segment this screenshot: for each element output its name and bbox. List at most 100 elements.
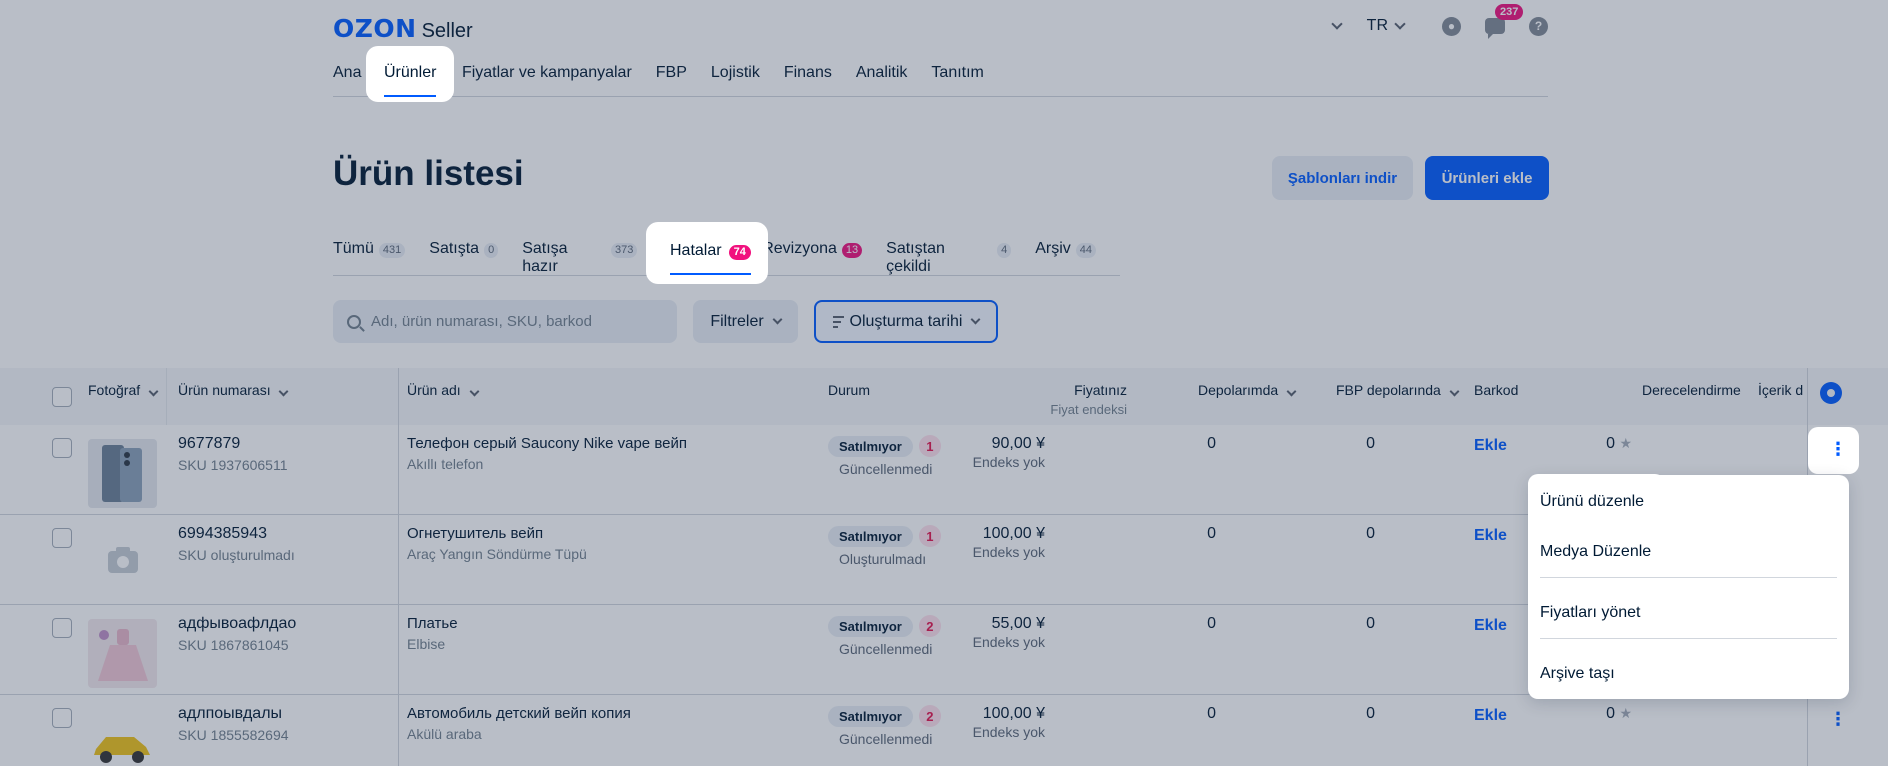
- row-checkbox[interactable]: [52, 438, 72, 458]
- status-badge: Satılmıyor: [828, 525, 913, 547]
- language-chevron-icon[interactable]: [1394, 18, 1406, 30]
- status-cell: Satılmıyor 2 Güncellenmedi: [828, 705, 941, 747]
- product-number[interactable]: адфывоафлдао: [178, 615, 296, 633]
- tab-revision[interactable]: Revizyona 13: [762, 240, 863, 276]
- status-sub: Güncellenmedi: [839, 641, 933, 657]
- product-number[interactable]: 9677879: [178, 435, 288, 453]
- column-divider: [398, 368, 399, 766]
- product-photo[interactable]: [88, 439, 157, 508]
- row-menu-kebab-icon-active[interactable]: ⋮: [1829, 440, 1847, 458]
- row-menu-kebab-icon[interactable]: ⋮: [1829, 710, 1847, 728]
- profile-icon[interactable]: ●: [1442, 16, 1461, 36]
- menu-item-edit-product[interactable]: Ürünü düzenle: [1540, 493, 1644, 511]
- header-price-sub: Fiyat endeksi: [1050, 402, 1127, 417]
- nav-item-finans[interactable]: Finans: [784, 64, 832, 92]
- product-number[interactable]: 6994385943: [178, 525, 295, 543]
- nav-item-lojistik[interactable]: Lojistik: [711, 64, 760, 92]
- help-icon[interactable]: ?: [1529, 16, 1548, 36]
- header-barcode: Barkod: [1474, 382, 1519, 398]
- row-checkbox[interactable]: [52, 528, 72, 548]
- header-fbp-depots[interactable]: FBP depolarında: [1336, 382, 1460, 398]
- header-product-name[interactable]: Ürün adı: [407, 382, 480, 398]
- tab-label: Satışta: [429, 240, 480, 257]
- sort-button[interactable]: Oluşturma tarihi: [814, 300, 998, 343]
- filters-button[interactable]: Filtreler: [693, 300, 798, 343]
- chevron-down-icon: [148, 386, 159, 397]
- download-templates-button[interactable]: Şablonları indir: [1272, 156, 1413, 200]
- price-value[interactable]: 90,00 ¥: [973, 435, 1045, 453]
- error-count-badge[interactable]: 1: [918, 435, 941, 457]
- error-count-badge[interactable]: 2: [918, 705, 941, 727]
- price-value[interactable]: 100,00 ¥: [973, 525, 1045, 543]
- nav-item-analitik[interactable]: Analitik: [856, 64, 908, 92]
- nav-item-fiyatlar[interactable]: Fiyatlar ve kampanyalar: [462, 64, 632, 92]
- chevron-down-icon: [1449, 386, 1460, 397]
- menu-item-manage-prices[interactable]: Fiyatları yönet: [1540, 604, 1640, 622]
- product-photo[interactable]: [88, 529, 157, 598]
- error-count-badge[interactable]: 1: [918, 525, 941, 547]
- rating-cell: 0 ★: [1606, 705, 1632, 723]
- add-products-button[interactable]: Ürünleri ekle: [1425, 156, 1549, 200]
- add-barcode-link[interactable]: Ekle: [1474, 617, 1507, 635]
- select-all-checkbox[interactable]: [52, 387, 72, 407]
- price-value[interactable]: 100,00 ¥: [973, 705, 1045, 723]
- add-barcode-link[interactable]: Ekle: [1474, 437, 1507, 455]
- add-barcode-link[interactable]: Ekle: [1474, 707, 1507, 725]
- header-depots[interactable]: Depolarımda: [1198, 382, 1297, 398]
- header-product-number[interactable]: Ürün numarası: [178, 382, 289, 398]
- price-index: Endeks yok: [972, 544, 1045, 560]
- product-name[interactable]: Платье: [407, 615, 458, 632]
- row-checkbox[interactable]: [52, 618, 72, 638]
- chat-icon[interactable]: 237: [1485, 4, 1524, 39]
- tab-label: Satıştan çekildi: [886, 240, 945, 275]
- nav-item-ana[interactable]: Ana: [333, 64, 361, 92]
- tab-withdrawn[interactable]: Satıştan çekildi 4: [886, 240, 1012, 276]
- tab-ready[interactable]: Satışa hazır 373: [522, 240, 638, 276]
- product-name[interactable]: Огнетушитель вейп: [407, 525, 587, 542]
- product-photo[interactable]: [88, 619, 157, 688]
- add-barcode-link[interactable]: Ekle: [1474, 527, 1507, 545]
- tab-all[interactable]: Tümü 431: [333, 240, 406, 276]
- product-photo[interactable]: [88, 709, 157, 766]
- dress-image: [98, 629, 148, 681]
- price-value[interactable]: 55,00 ¥: [973, 615, 1045, 633]
- product-category: Akülü araba: [407, 726, 482, 742]
- seller-page: OZON Seller TR ● 237 ? Ana Ürünler Fiyat…: [0, 0, 1888, 766]
- ozon-seller-logo[interactable]: OZON Seller: [333, 14, 473, 43]
- row-checkbox[interactable]: [52, 708, 72, 728]
- tab-errors[interactable]: Hatalar 74: [670, 242, 751, 260]
- rating-cell: 0 ★: [1606, 435, 1632, 453]
- product-number[interactable]: адлпоывдалы: [178, 705, 289, 723]
- product-name-cell: Телефон серый Saucony Nike vape вейп Akı…: [407, 435, 687, 472]
- tab-count: 44: [1075, 243, 1096, 258]
- product-sku: SKU 1855582694: [178, 727, 289, 743]
- star-icon: ★: [1619, 705, 1632, 721]
- search-input[interactable]: Adı, ürün numarası, SKU, barkod: [333, 300, 677, 343]
- product-name[interactable]: Телефон серый Saucony Nike vape вейп: [407, 435, 687, 452]
- status-cell: Satılmıyor 1 Oluşturulmadı: [828, 525, 941, 567]
- menu-item-archive[interactable]: Arşive taşı: [1540, 665, 1615, 683]
- product-name[interactable]: Автомобиль детский вейп копия: [407, 705, 631, 722]
- menu-item-edit-media[interactable]: Medya Düzenle: [1540, 543, 1651, 561]
- error-count-badge[interactable]: 2: [918, 615, 941, 637]
- price-cell: 100,00 ¥ Endeks yok: [973, 525, 1045, 560]
- nav-item-tanitim[interactable]: Tanıtım: [931, 64, 983, 92]
- spotlight-edit-product: Ürünü düzenle: [1528, 474, 1665, 528]
- fbp-value: 0: [1366, 705, 1375, 722]
- tab-label: Tümü: [333, 240, 374, 257]
- nav-item-urunler-active[interactable]: Ürünler: [384, 64, 436, 82]
- product-sku: SKU 1937606511: [178, 457, 288, 473]
- header-photo[interactable]: Fotoğraf: [88, 382, 159, 398]
- header-status: Durum: [828, 382, 871, 398]
- tab-on-sale[interactable]: Satışta 0: [429, 240, 499, 276]
- table-settings-gear-icon[interactable]: [1820, 382, 1842, 404]
- language-selector[interactable]: TR: [1367, 17, 1388, 35]
- depots-value: 0: [1207, 705, 1216, 722]
- table-row[interactable]: адлпоывдалы SKU 1855582694 Автомобиль де…: [0, 695, 1807, 766]
- tab-archive[interactable]: Arşiv 44: [1035, 240, 1096, 276]
- store-dropdown-chevron-icon[interactable]: [1331, 18, 1343, 30]
- price-cell: 90,00 ¥ Endeks yok: [973, 435, 1045, 470]
- nav-item-fbp[interactable]: FBP: [656, 64, 687, 92]
- depots-value: 0: [1207, 525, 1216, 542]
- search-icon: [347, 314, 361, 329]
